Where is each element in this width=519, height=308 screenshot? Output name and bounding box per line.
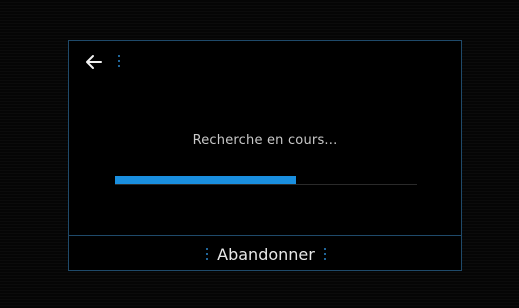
screen-background: Recherche en cours... Abandonner [0,0,519,308]
abort-button-label: Abandonner [217,244,315,264]
focus-dots-right-icon [323,248,326,260]
back-arrow-icon [86,55,102,69]
search-status-text: Recherche en cours... [192,133,338,148]
abort-button[interactable]: Abandonner [197,236,335,272]
dialog-footer: Abandonner [69,235,461,272]
back-button[interactable] [81,49,107,75]
progress-fill [115,176,296,184]
focus-dots-icon [118,55,120,67]
progress-track [115,184,417,185]
focus-dots-left-icon [206,248,209,260]
search-dialog: Recherche en cours... Abandonner [68,40,462,271]
